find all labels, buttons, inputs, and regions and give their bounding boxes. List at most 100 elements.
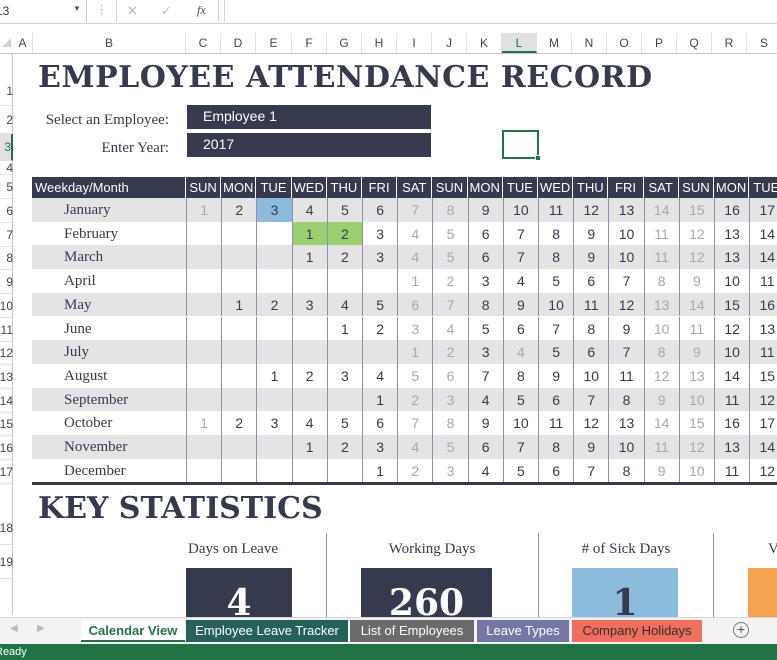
day-cell[interactable]: 12 xyxy=(714,316,749,341)
day-cell[interactable] xyxy=(186,316,221,341)
day-cell[interactable]: 11 xyxy=(714,458,749,483)
active-cell-selection[interactable] xyxy=(502,130,541,161)
day-cell[interactable]: 2 xyxy=(326,245,362,270)
row-header-10[interactable]: 10 xyxy=(0,294,13,318)
day-cell[interactable] xyxy=(186,435,221,459)
column-header-r[interactable]: R xyxy=(712,33,747,53)
column-header-d[interactable]: D xyxy=(221,33,256,53)
day-cell[interactable]: 2 xyxy=(221,411,256,435)
sheet-tab-list-of-employees[interactable]: List of Employees xyxy=(350,620,474,642)
day-cell[interactable]: 11 xyxy=(643,435,679,459)
day-cell[interactable]: 2 xyxy=(326,435,362,459)
column-header-b[interactable]: B xyxy=(33,33,186,53)
formula-input[interactable] xyxy=(224,0,777,22)
sheet-tab-calendar-view[interactable]: Calendar View xyxy=(81,620,185,642)
day-cell[interactable] xyxy=(326,340,362,364)
day-cell[interactable]: 13 xyxy=(608,198,643,222)
day-cell[interactable]: 5 xyxy=(397,363,432,388)
day-cell[interactable] xyxy=(256,387,291,412)
day-cell[interactable]: 8 xyxy=(538,435,573,459)
day-cell[interactable]: 1 xyxy=(362,458,397,483)
day-cell[interactable]: 17 xyxy=(749,411,777,435)
day-cell[interactable]: 9 xyxy=(573,435,608,459)
day-cell[interactable]: 8 xyxy=(643,340,679,364)
day-cell[interactable]: 5 xyxy=(502,387,538,412)
day-cell[interactable]: 6 xyxy=(467,221,503,246)
row-header-16[interactable]: 16 xyxy=(0,436,13,460)
day-cell[interactable]: 11 xyxy=(749,340,777,364)
day-cell[interactable]: 10 xyxy=(643,316,679,341)
day-cell[interactable]: 3 xyxy=(256,411,291,435)
day-cell[interactable]: 10 xyxy=(502,198,538,222)
row-header-11[interactable]: 11 xyxy=(0,318,13,342)
day-cell[interactable]: 13 xyxy=(643,292,679,317)
day-cell[interactable]: 13 xyxy=(749,316,777,341)
day-cell[interactable]: 14 xyxy=(749,245,777,270)
chevron-down-icon[interactable]: ▼ xyxy=(73,4,81,13)
day-cell[interactable]: 10 xyxy=(573,363,608,388)
sheet-tab-company-holidays[interactable]: Company Holidays xyxy=(572,620,702,642)
day-cell[interactable]: 7 xyxy=(502,435,538,459)
insert-function-icon[interactable]: fx xyxy=(197,3,206,18)
day-cell[interactable] xyxy=(362,269,397,293)
name-box[interactable]: L3 ▼ xyxy=(0,0,87,22)
day-cell[interactable] xyxy=(256,458,291,483)
day-cell[interactable]: 11 xyxy=(538,198,573,222)
day-cell[interactable]: 7 xyxy=(608,269,643,293)
column-header-l[interactable]: L xyxy=(502,33,537,53)
day-cell[interactable]: 6 xyxy=(467,435,503,459)
day-cell[interactable]: 6 xyxy=(397,292,432,317)
day-cell[interactable]: 4 xyxy=(326,292,362,317)
day-cell[interactable]: 10 xyxy=(502,411,538,435)
column-header-j[interactable]: J xyxy=(432,33,467,53)
day-cell[interactable]: 10 xyxy=(678,387,714,412)
day-cell[interactable]: 12 xyxy=(678,435,714,459)
day-cell[interactable] xyxy=(326,269,362,293)
column-header-q[interactable]: Q xyxy=(677,33,712,53)
day-cell[interactable]: 15 xyxy=(714,292,749,317)
day-cell[interactable]: 13 xyxy=(714,245,749,270)
day-cell[interactable]: 13 xyxy=(714,435,749,459)
day-cell[interactable]: 3 xyxy=(326,363,362,388)
column-header-o[interactable]: O xyxy=(607,33,642,53)
day-cell[interactable] xyxy=(186,292,221,317)
day-cell[interactable]: 2 xyxy=(221,198,256,222)
column-header-c[interactable]: C xyxy=(186,33,221,53)
day-cell[interactable]: 7 xyxy=(538,316,573,341)
day-cell[interactable] xyxy=(186,458,221,483)
day-cell[interactable]: 2 xyxy=(291,363,327,388)
row-header-7[interactable]: 7 xyxy=(0,223,13,247)
day-cell[interactable] xyxy=(186,245,221,270)
day-cell[interactable]: 11 xyxy=(714,387,749,412)
day-cell[interactable]: 4 xyxy=(502,340,538,364)
day-cell[interactable]: 11 xyxy=(678,316,714,341)
day-cell[interactable]: 1 xyxy=(256,363,291,388)
row-header-5[interactable]: 5 xyxy=(0,175,13,199)
day-cell[interactable]: 4 xyxy=(362,363,397,388)
day-cell[interactable]: 1 xyxy=(221,292,256,317)
day-cell[interactable]: 13 xyxy=(714,221,749,246)
row-header-18[interactable]: 18 xyxy=(0,511,13,545)
day-cell[interactable]: 5 xyxy=(362,292,397,317)
enter-icon[interactable]: ✓ xyxy=(161,3,172,19)
day-cell[interactable]: 11 xyxy=(573,292,608,317)
day-cell[interactable]: 7 xyxy=(608,340,643,364)
day-cell[interactable]: 4 xyxy=(397,245,432,270)
select-all-button[interactable] xyxy=(0,33,12,53)
day-cell[interactable] xyxy=(221,269,256,293)
day-cell[interactable]: 12 xyxy=(678,245,714,270)
day-cell[interactable]: 9 xyxy=(678,340,714,364)
day-cell[interactable]: 3 xyxy=(362,435,397,459)
day-cell[interactable]: 17 xyxy=(749,198,777,222)
worksheet[interactable]: EMPLOYEE ATTENDANCE RECORD Select an Emp… xyxy=(14,55,777,617)
day-cell[interactable]: 1 xyxy=(362,387,397,412)
day-cell[interactable]: 2 xyxy=(362,316,397,341)
day-cell[interactable]: 2 xyxy=(432,340,467,364)
day-cell[interactable]: 9 xyxy=(643,458,679,483)
column-header-g[interactable]: G xyxy=(327,33,362,53)
tab-scroll-left-icon[interactable]: ◀ xyxy=(10,623,18,634)
day-cell[interactable]: 14 xyxy=(714,363,749,388)
day-cell[interactable]: 8 xyxy=(467,292,503,317)
day-cell[interactable]: 2 xyxy=(256,292,291,317)
day-cell[interactable]: 1 xyxy=(326,316,362,341)
